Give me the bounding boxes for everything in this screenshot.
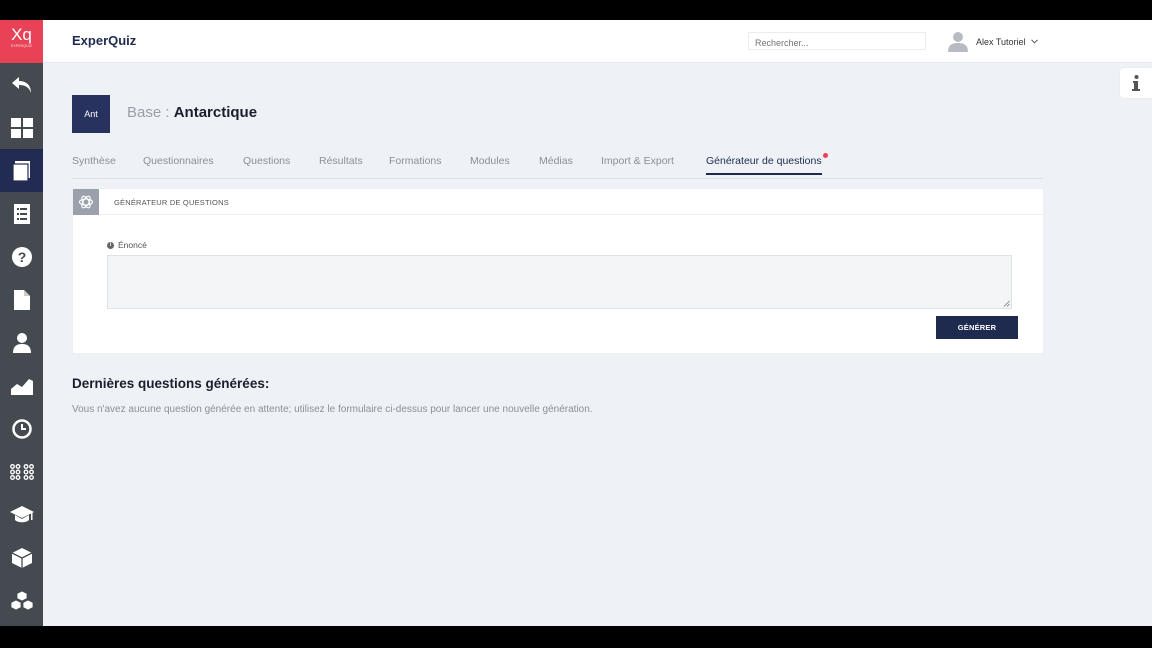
panel-title: Générateur de questions	[114, 198, 229, 207]
user-icon	[12, 332, 31, 353]
statement-label-text: Énoncé	[118, 240, 147, 250]
tab-modules[interactable]: Modules	[470, 155, 510, 167]
book-icon	[12, 160, 30, 181]
sidebar-item-bases[interactable]	[0, 149, 43, 192]
cubes-icon	[10, 590, 33, 610]
page-title: Base : Antarctique	[127, 104, 257, 121]
page-title-name: Antarctique	[173, 104, 258, 121]
tab-import-export[interactable]: Import & Export	[601, 155, 674, 167]
logo-subtext: EXPERQUIZ	[10, 44, 33, 48]
sidebar-item-dashboard[interactable]	[0, 106, 43, 149]
tab-resultats[interactable]: Résultats	[319, 155, 363, 167]
openai-icon	[78, 195, 94, 209]
sidebar-item-modules[interactable]	[0, 536, 43, 579]
generator-panel: Générateur de questions i Énoncé GÉNÉRER	[72, 188, 1044, 354]
cube-icon	[11, 547, 32, 568]
chevron-down-icon	[1030, 39, 1038, 44]
user-menu[interactable]: Alex Tutoriel	[948, 31, 1038, 52]
resize-handle-icon[interactable]	[1003, 300, 1010, 307]
tab-formations[interactable]: Formations	[389, 155, 442, 167]
topbar: ExperQuiz Alex Tutoriel	[43, 20, 1152, 63]
sidebar-item-stats[interactable]	[0, 364, 43, 407]
sidebar: Xq EXPERQUIZ ?	[0, 20, 43, 626]
document-icon	[13, 289, 30, 310]
tabs: Synthèse Questionnaires Questions Résult…	[72, 153, 1043, 179]
info-icon	[1132, 75, 1140, 91]
tab-generateur[interactable]: Générateur de questions	[706, 153, 828, 175]
base-badge: Ant	[72, 95, 110, 133]
chart-icon	[10, 378, 33, 395]
sidebar-item-back[interactable]	[0, 63, 43, 106]
page-title-prefix: Base :	[127, 104, 174, 121]
latest-empty-message: Vous n'avez aucune question générée en a…	[72, 404, 593, 415]
sidebar-item-questions[interactable]: ?	[0, 235, 43, 278]
app-title[interactable]: ExperQuiz	[72, 33, 136, 48]
app-frame: Xq EXPERQUIZ ? ExperQuiz Rechercher... A…	[0, 20, 1152, 626]
search-input[interactable]	[748, 32, 926, 50]
statement-label: i Énoncé	[107, 240, 147, 250]
sidebar-item-trainings[interactable]	[0, 493, 43, 536]
info-circle-icon: i	[107, 241, 114, 249]
list-icon	[13, 203, 30, 224]
panel-icon	[73, 189, 99, 215]
statement-textarea[interactable]	[107, 255, 1012, 309]
latest-title: Dernières questions générées:	[72, 376, 270, 391]
notification-dot	[822, 153, 828, 158]
sidebar-item-users[interactable]	[0, 321, 43, 364]
user-name: Alex Tutoriel	[976, 36, 1026, 47]
panel-header: Générateur de questions	[73, 189, 1043, 215]
tab-questionnaires[interactable]: Questionnaires	[143, 155, 214, 167]
avatar-icon	[948, 32, 968, 52]
clock-icon	[11, 418, 32, 439]
tab-medias[interactable]: Médias	[539, 155, 573, 167]
graduation-cap-icon	[9, 505, 34, 522]
back-arrow-icon	[11, 76, 31, 93]
sidebar-item-apps[interactable]	[0, 450, 43, 493]
sidebar-item-packages[interactable]	[0, 579, 43, 622]
generate-button[interactable]: GÉNÉRER	[936, 316, 1018, 339]
info-button[interactable]	[1120, 68, 1152, 98]
logo-text: Xq	[11, 25, 32, 44]
question-icon: ?	[11, 246, 32, 267]
tab-generateur-label: Générateur de questions	[706, 155, 822, 167]
sidebar-item-documents[interactable]	[0, 278, 43, 321]
svg-text:?: ?	[17, 249, 26, 265]
apps-icon	[9, 463, 34, 480]
dashboard-icon	[10, 117, 33, 138]
tab-synthese[interactable]: Synthèse	[72, 155, 116, 167]
sidebar-item-questionnaires[interactable]	[0, 192, 43, 235]
sidebar-item-history[interactable]	[0, 407, 43, 450]
app-logo[interactable]: Xq EXPERQUIZ	[0, 20, 43, 63]
tab-questions[interactable]: Questions	[243, 155, 290, 167]
